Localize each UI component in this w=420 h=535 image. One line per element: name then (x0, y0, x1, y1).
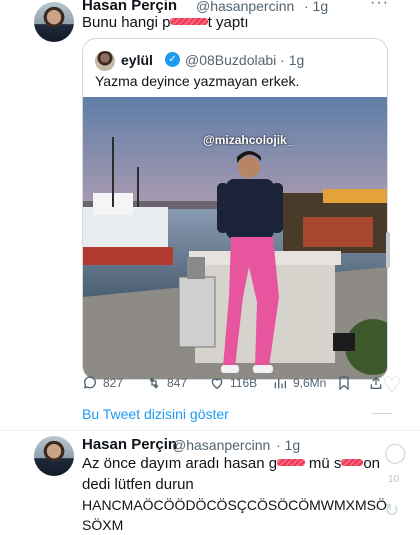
author-handle[interactable]: @hasanpercinn (196, 0, 294, 14)
like-button[interactable]: 116B (209, 375, 257, 391)
side-heart-count: —— (372, 408, 392, 419)
quoted-author-name: eylül (121, 52, 153, 68)
tweet-text-part: mü s (304, 455, 342, 472)
author-name[interactable]: Hasan Perçin (82, 436, 177, 453)
tweet-line: Az önce dayım aradı hasan götünü mü siki… (82, 454, 392, 475)
photo-watermark: @mizahcolojik_ (203, 133, 294, 147)
tweet-time[interactable]: · 1g (276, 437, 300, 453)
redacted-word: ezevenk (170, 13, 208, 35)
tweet-line: dedi lütfen durun (82, 476, 194, 493)
reply-count: 827 (103, 376, 124, 390)
views-chart-icon (274, 378, 286, 389)
more-options-icon[interactable]: ··· (370, 0, 389, 12)
author-handle[interactable]: @hasanpercinn (172, 437, 270, 453)
tweet-text-part: t yaptı (207, 14, 249, 31)
verified-badge-icon: ✓ (165, 52, 180, 67)
redacted-word: ötünü (277, 454, 305, 475)
quoted-author-handle: @08Buzdolabi · 1g (185, 52, 305, 68)
views-button[interactable]: 9,6Mn (272, 375, 326, 391)
heart-icon (211, 378, 223, 390)
tweet-text: Az önce dayım aradı hasan götünü mü siki… (82, 454, 392, 535)
red-scribble (277, 459, 305, 466)
redacted-word: ikiriy (341, 454, 364, 475)
quoted-photo[interactable]: @mizahcolojik_ (83, 97, 387, 379)
red-scribble (170, 18, 208, 25)
tweet-time[interactable]: · 1g (304, 0, 328, 14)
red-scribble (341, 459, 364, 466)
bookmark-icon (339, 376, 349, 391)
tweet-text-part: Bunu hangi p (82, 14, 171, 31)
bookmark-button[interactable] (336, 375, 352, 391)
avatar[interactable] (34, 2, 74, 42)
scrollbar[interactable] (386, 232, 390, 268)
retweet-count: 847 (167, 376, 188, 390)
tweet-text: Bunu hangi pezevenkt yaptı (82, 13, 249, 35)
tweet-line: HANCMAÖCÖÖDÖCÖSÇCÖSÖCÖMWMXMSÖ (82, 497, 387, 513)
views-count: 9,6Mn (293, 376, 327, 390)
reply-icon (83, 376, 96, 389)
quoted-avatar (95, 51, 115, 71)
tweet-line: SÖXM (82, 517, 124, 533)
tweet-text-part: Az önce dayım aradı hasan g (82, 455, 278, 472)
avatar[interactable] (34, 436, 74, 476)
quoted-tweet[interactable]: eylül ✓ @08Buzdolabi · 1g Yazma deyince … (82, 38, 388, 380)
like-count: 116B (230, 376, 258, 390)
show-thread-link[interactable]: Bu Tweet dizisini göster (82, 406, 229, 422)
tweet-text-part: on (363, 455, 381, 472)
side-heart-icon[interactable]: ♡ (382, 372, 402, 398)
author-name[interactable]: Hasan Perçin (82, 0, 177, 14)
retweet-button[interactable]: 847 (146, 375, 187, 391)
quoted-text: Yazma deyince yazmayan erkek. (95, 73, 300, 89)
retweet-icon (149, 377, 159, 389)
reply-button[interactable]: 827 (82, 375, 123, 391)
divider (0, 430, 420, 431)
